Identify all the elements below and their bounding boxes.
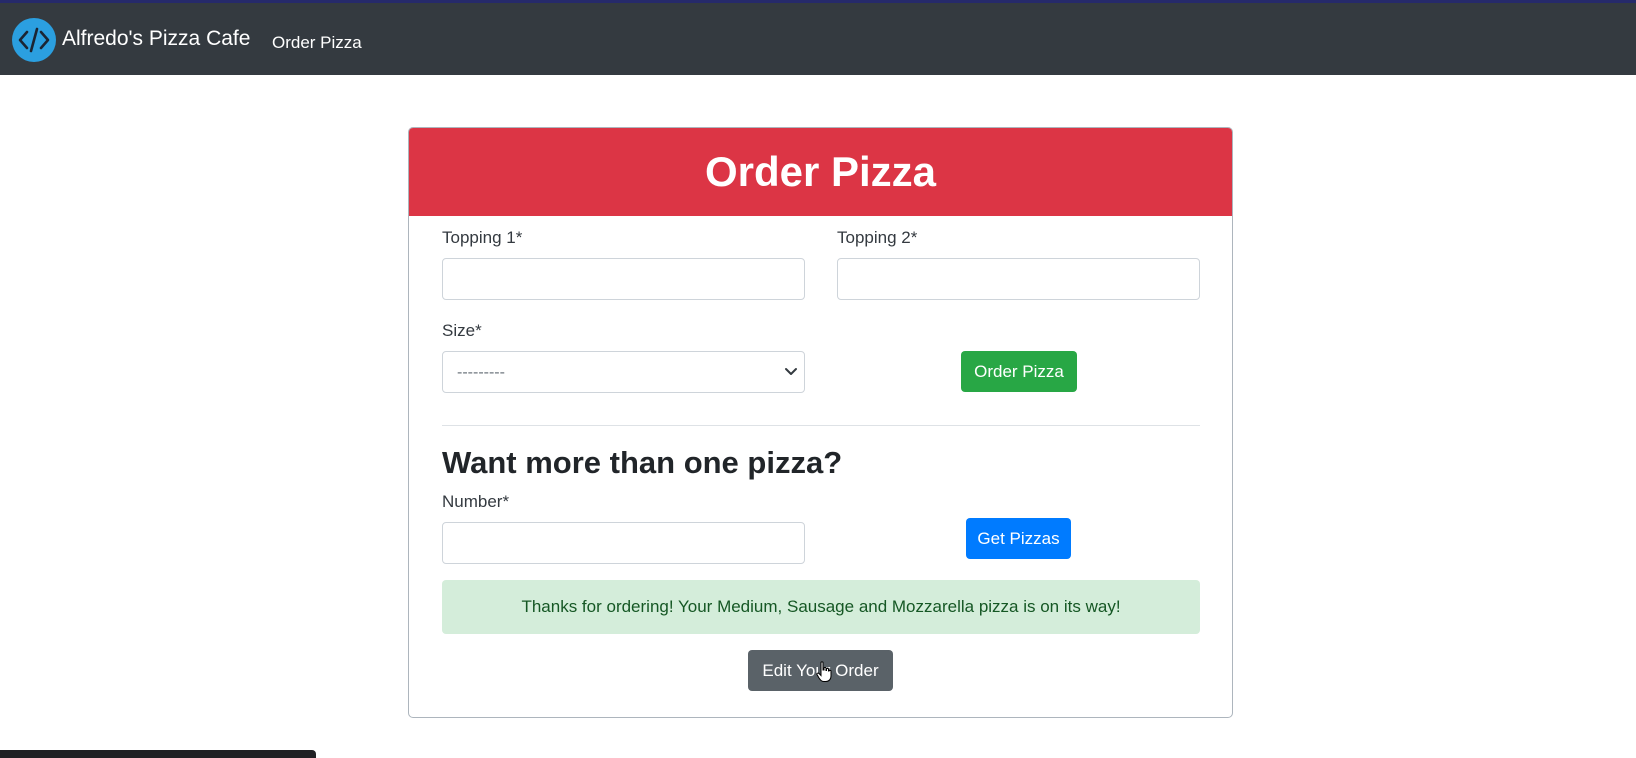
nav-link-order-pizza[interactable]: Order Pizza [272, 32, 362, 54]
divider [442, 425, 1200, 426]
chevron-down-icon [784, 364, 798, 385]
navbar: Alfredo's Pizza Cafe Order Pizza [0, 0, 1636, 75]
size-select-value: --------- [457, 364, 505, 381]
get-pizzas-button[interactable]: Get Pizzas [966, 518, 1071, 559]
size-select[interactable]: --------- [442, 351, 805, 393]
status-bar [0, 750, 316, 758]
order-card: Order Pizza Topping 1* Topping 2* Size* … [408, 127, 1233, 718]
success-alert: Thanks for ordering! Your Medium, Sausag… [442, 580, 1200, 634]
topping2-input[interactable] [837, 258, 1200, 300]
hand-cursor-icon [816, 661, 832, 688]
order-pizza-button[interactable]: Order Pizza [961, 351, 1077, 392]
card-title: Order Pizza [409, 128, 1232, 216]
code-icon[interactable] [12, 18, 56, 62]
topping2-label: Topping 2* [837, 228, 918, 247]
number-label: Number* [442, 492, 510, 511]
number-input[interactable] [442, 522, 805, 564]
topping1-input[interactable] [442, 258, 805, 300]
size-label: Size* [442, 321, 482, 340]
topping1-label: Topping 1* [442, 228, 523, 247]
multi-pizza-heading: Want more than one pizza? [442, 445, 843, 480]
brand-link[interactable]: Alfredo's Pizza Cafe [62, 25, 250, 53]
